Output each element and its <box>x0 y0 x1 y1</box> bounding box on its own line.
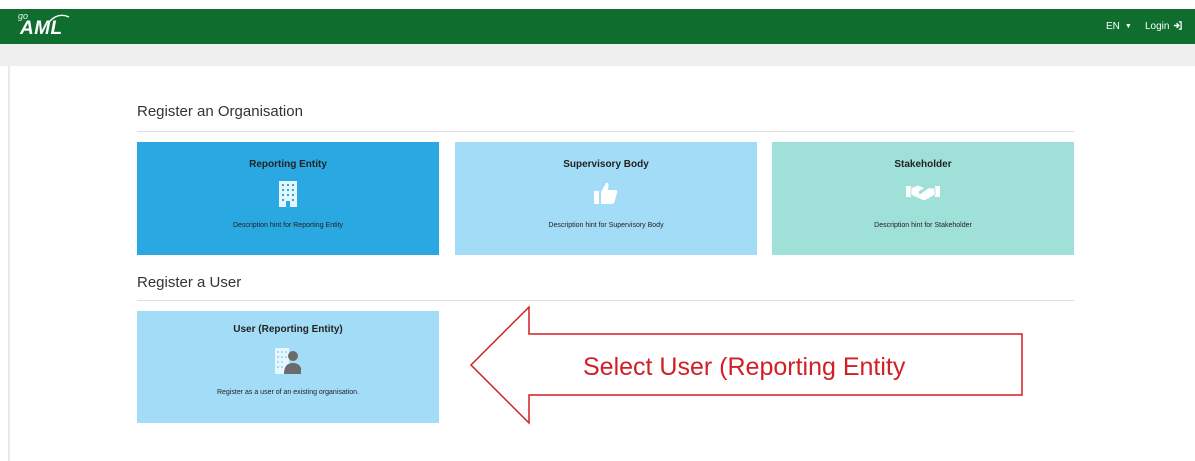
callout-text: Select User (Reporting Entity <box>583 353 906 381</box>
top-navbar: go AML EN ▼ Login <box>0 9 1195 44</box>
caret-down-icon: ▼ <box>1124 23 1132 30</box>
supervisory-body-card[interactable]: Supervisory Body Description hint for Su… <box>455 142 757 255</box>
language-dropdown[interactable]: EN ▼ <box>1106 21 1132 32</box>
card-title: User (Reporting Entity) <box>233 324 343 335</box>
card-description: Register as a user of an existing organi… <box>216 389 360 396</box>
logo-swoosh-icon <box>48 14 70 23</box>
stakeholder-card[interactable]: Stakeholder Description hint for Stakeho… <box>772 142 1074 255</box>
section-divider <box>137 131 1074 132</box>
card-title: Reporting Entity <box>249 159 327 170</box>
register-user-heading: Register a User <box>137 274 242 291</box>
card-title: Stakeholder <box>894 159 952 170</box>
card-description: Description hint for Reporting Entity <box>232 222 344 229</box>
card-title: Supervisory Body <box>563 159 649 170</box>
login-icon <box>1174 21 1182 30</box>
login-label: Login <box>1145 21 1170 32</box>
card-description: Description hint for Stakeholder <box>874 222 972 229</box>
section-divider <box>137 300 1074 301</box>
thumbs-up-icon <box>594 182 618 204</box>
user-building-icon <box>275 348 301 374</box>
card-description: Description hint for Supervisory Body <box>548 222 664 229</box>
header-spacer <box>0 44 1195 66</box>
app-logo[interactable]: go AML <box>18 11 78 41</box>
content-border <box>8 66 10 461</box>
register-organisation-heading: Register an Organisation <box>137 103 303 120</box>
user-reporting-entity-card[interactable]: User (Reporting Entity) Register as a us… <box>137 311 439 423</box>
reporting-entity-card[interactable]: Reporting Entity Description hint for Re… <box>137 142 439 255</box>
building-icon <box>279 181 297 207</box>
handshake-icon <box>906 184 940 201</box>
login-button[interactable]: Login <box>1145 19 1191 35</box>
language-label: EN <box>1106 21 1120 32</box>
